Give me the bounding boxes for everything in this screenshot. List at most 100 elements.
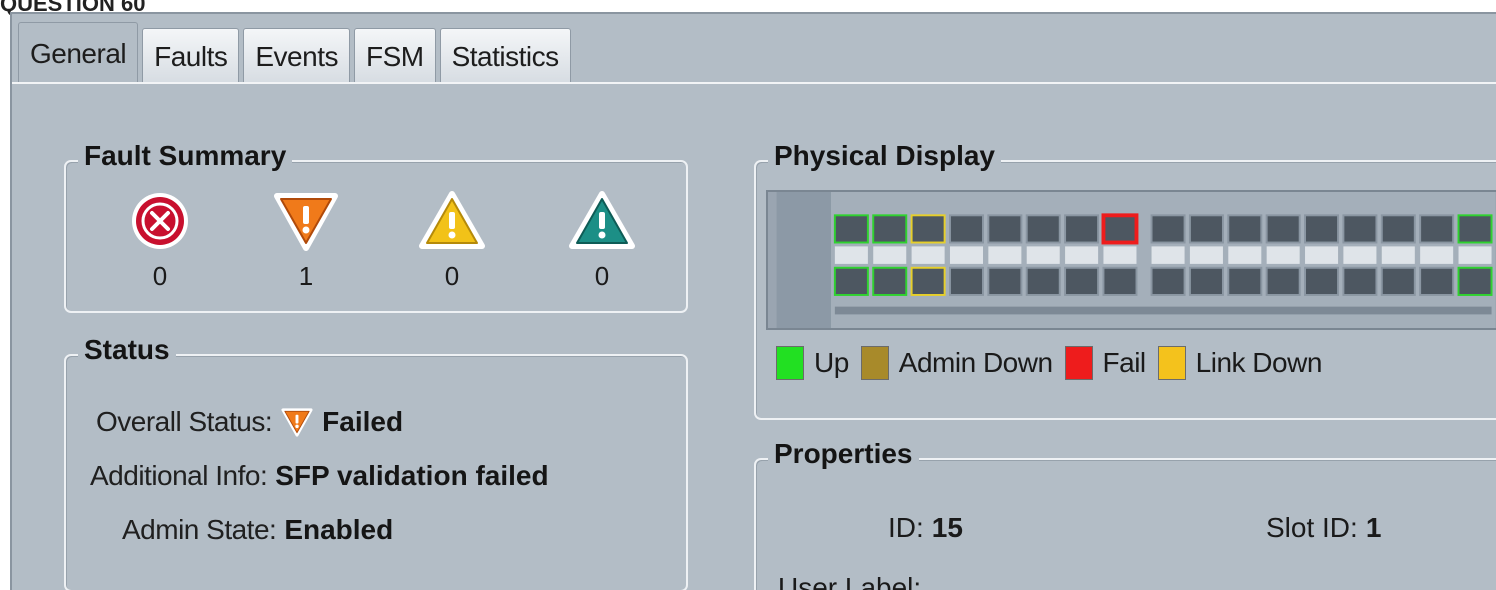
- port-label-strip: [1103, 246, 1137, 264]
- major-fault-item[interactable]: 1: [266, 190, 346, 292]
- legend-swatch-fail: [1064, 346, 1093, 380]
- switch-port[interactable]: [833, 266, 869, 296]
- fault-summary-panel: Fault Summary 0 1 0 0: [64, 140, 688, 313]
- slot-id-value: 1: [1365, 512, 1382, 543]
- physical-display-panel: Physical Display Up Admin Down Fail Link…: [754, 140, 1496, 420]
- tab-general[interactable]: General: [18, 22, 139, 84]
- switch-port[interactable]: [1064, 214, 1100, 244]
- switch-port[interactable]: [1188, 266, 1224, 296]
- admin-state-row: Admin State: Enabled: [122, 514, 393, 546]
- switch-port[interactable]: [1304, 266, 1340, 296]
- switch-port[interactable]: [1025, 214, 1061, 244]
- switch-port[interactable]: [1150, 214, 1186, 244]
- switch-port[interactable]: [1025, 266, 1061, 296]
- switch-port[interactable]: [1102, 266, 1138, 296]
- admin-state-label: Admin State:: [122, 514, 277, 545]
- overall-status-row: Overall Status: Failed: [96, 406, 403, 438]
- switch-port[interactable]: [987, 266, 1023, 296]
- switch-port[interactable]: [1419, 266, 1455, 296]
- general-tab-content: Fault Summary 0 1 0 0 Status Overall Sta…: [12, 82, 1496, 590]
- port-label-strip: [1228, 246, 1262, 264]
- legend-label-admin-down: Admin Down: [898, 347, 1053, 378]
- status-panel: Status Overall Status: Failed Additional…: [64, 334, 688, 590]
- legend-swatch-admin-down: [860, 346, 889, 380]
- legend-label-up: Up: [814, 347, 849, 378]
- port-label-strip: [1381, 246, 1415, 264]
- switch-port[interactable]: [1101, 213, 1139, 245]
- switch-port[interactable]: [1419, 214, 1455, 244]
- switch-port[interactable]: [1304, 214, 1340, 244]
- switch-port[interactable]: [1380, 214, 1416, 244]
- switch-port[interactable]: [872, 214, 908, 244]
- major-fault-icon: [274, 193, 338, 251]
- switch-port[interactable]: [833, 214, 869, 244]
- warning-fault-count: 0: [594, 261, 610, 291]
- switch-port[interactable]: [872, 266, 908, 296]
- physical-display-title: Physical Display: [768, 140, 1002, 172]
- switch-port[interactable]: [987, 214, 1023, 244]
- port-label-strip: [834, 246, 868, 264]
- slot-id-row: Slot ID: 1: [1266, 512, 1381, 544]
- id-row: ID: 15: [888, 512, 963, 544]
- switch-port[interactable]: [1265, 266, 1301, 296]
- slot-id-label: Slot ID:: [1266, 512, 1358, 543]
- switch-port[interactable]: [1150, 266, 1186, 296]
- additional-info-row: Additional Info: SFP validation failed: [90, 460, 549, 492]
- warning-fault-item[interactable]: 0: [562, 190, 642, 292]
- tab-events[interactable]: Events: [243, 28, 350, 84]
- switch-port[interactable]: [949, 214, 984, 244]
- additional-info-value: SFP validation failed: [275, 460, 549, 491]
- port-label-strip: [1266, 246, 1300, 264]
- switch-port[interactable]: [1064, 266, 1100, 296]
- overall-status-value: Failed: [322, 406, 404, 437]
- properties-panel: Properties ID: 15 Slot ID: 1 User Label:: [754, 438, 1496, 590]
- switch-port[interactable]: [1227, 266, 1263, 296]
- switch-port[interactable]: [1265, 214, 1301, 244]
- major-fault-icon: [281, 408, 313, 437]
- properties-title: Properties: [768, 438, 919, 470]
- switch-logo-area: [776, 192, 831, 328]
- critical-fault-count: 0: [152, 261, 168, 291]
- switch-port[interactable]: [1342, 266, 1378, 296]
- id-value: 15: [931, 512, 963, 543]
- legend-label-fail: Fail: [1102, 347, 1147, 378]
- switch-port[interactable]: [910, 266, 946, 296]
- port-label-strip: [988, 246, 1022, 264]
- port-label-strip: [1420, 246, 1454, 264]
- switch-port[interactable]: [1342, 214, 1378, 244]
- warning-fault-icon: [569, 191, 635, 249]
- port-status-legend: Up Admin Down Fail Link Down: [776, 346, 1334, 380]
- port-label-strip: [873, 246, 907, 264]
- switch-faceplate-image[interactable]: [766, 190, 1496, 330]
- switch-port[interactable]: [1188, 214, 1224, 244]
- tab-bar: General Faults Events FSM Statistics: [18, 22, 575, 84]
- port-properties-window: General Faults Events FSM Statistics Fau…: [10, 12, 1496, 590]
- switch-port[interactable]: [949, 266, 984, 296]
- switch-port[interactable]: [1457, 266, 1493, 296]
- id-label: ID:: [888, 512, 924, 543]
- minor-fault-icon: [419, 191, 485, 249]
- switch-port[interactable]: [1380, 266, 1416, 296]
- overall-status-label: Overall Status:: [96, 406, 273, 437]
- legend-swatch-link-down: [1157, 346, 1186, 380]
- legend-label-link-down: Link Down: [1195, 347, 1323, 378]
- switch-port[interactable]: [910, 214, 946, 244]
- critical-fault-item[interactable]: 0: [120, 190, 200, 292]
- port-label-strip: [1065, 246, 1099, 264]
- minor-fault-item[interactable]: 0: [412, 190, 492, 292]
- legend-swatch-up: [776, 346, 804, 380]
- tab-faults[interactable]: Faults: [142, 28, 240, 84]
- major-fault-count: 1: [298, 261, 314, 291]
- switch-port[interactable]: [1227, 214, 1263, 244]
- port-label-strip: [1343, 246, 1377, 264]
- minor-fault-count: 0: [444, 261, 460, 291]
- port-label-strip: [1151, 246, 1185, 264]
- port-label-strip: [1305, 246, 1339, 264]
- switch-port[interactable]: [1457, 214, 1493, 244]
- port-label-strip: [1026, 246, 1060, 264]
- tab-fsm[interactable]: FSM: [353, 28, 436, 84]
- fault-summary-title: Fault Summary: [78, 140, 293, 172]
- tab-statistics[interactable]: Statistics: [439, 28, 571, 84]
- port-label-strip: [1189, 246, 1223, 264]
- port-label-strip: [1458, 246, 1492, 264]
